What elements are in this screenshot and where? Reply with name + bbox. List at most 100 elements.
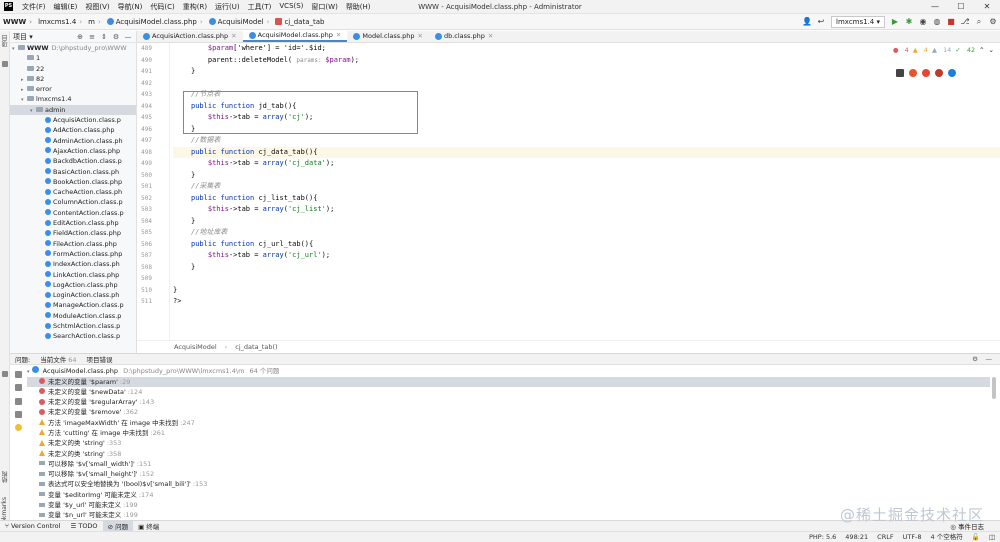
menu-item[interactable]: 文件(F) bbox=[18, 2, 50, 12]
code-line[interactable] bbox=[173, 273, 1000, 285]
typo-count[interactable]: ✓ 42 bbox=[955, 46, 975, 54]
code-area[interactable]: $param['where'] = 'id='.$id; parent::del… bbox=[173, 43, 1000, 340]
tree-item[interactable]: ModuleAction.class.p bbox=[10, 311, 136, 321]
menu-item[interactable]: 视图(V) bbox=[81, 2, 113, 12]
menu-item[interactable]: 导航(N) bbox=[114, 2, 147, 12]
line-number[interactable]: 506 bbox=[137, 239, 152, 251]
menu-item[interactable]: 重构(R) bbox=[179, 2, 211, 12]
opera-icon[interactable] bbox=[935, 69, 943, 77]
tree-item[interactable]: ContentAction.class.p bbox=[10, 208, 136, 218]
line-number-gutter[interactable]: 489 490 491 492 493 494 495 496 497 498 499 500 501 5… bbox=[137, 43, 170, 340]
hide-panel-icon[interactable]: — bbox=[122, 31, 134, 43]
code-line[interactable] bbox=[173, 78, 1000, 90]
code-line[interactable]: } bbox=[173, 66, 1000, 78]
problems-scrollbar[interactable] bbox=[992, 377, 996, 399]
menu-item[interactable]: 代码(C) bbox=[146, 2, 178, 12]
tree-item[interactable]: 22 bbox=[10, 64, 136, 74]
chevron-up-icon[interactable]: ⌃ bbox=[979, 46, 984, 54]
line-number[interactable]: 494 bbox=[137, 101, 152, 113]
crumb-method[interactable]: cj_data_tab bbox=[272, 18, 327, 26]
lightbulb-icon[interactable] bbox=[15, 424, 22, 431]
line-number[interactable]: 495 bbox=[137, 112, 152, 124]
locate-icon[interactable]: ⊕ bbox=[74, 31, 86, 43]
code-line[interactable]: } bbox=[173, 170, 1000, 182]
edge-icon[interactable] bbox=[948, 69, 956, 77]
line-number[interactable]: 496 bbox=[137, 124, 152, 136]
menu-item[interactable]: 编辑(E) bbox=[50, 2, 82, 12]
close-tab-icon[interactable]: ✕ bbox=[336, 31, 341, 39]
line-number[interactable]: 491 bbox=[137, 66, 152, 78]
settings-gear-icon[interactable]: ⚙ bbox=[986, 15, 1000, 29]
tree-item[interactable]: ▸ 82 bbox=[10, 74, 136, 84]
crumb-subfolder[interactable]: m › bbox=[85, 18, 104, 26]
problem-row[interactable]: 未定义的变量 '$regularArray':143 bbox=[27, 397, 990, 407]
layout-icon[interactable] bbox=[15, 384, 22, 391]
inspection-widget[interactable]: ● 4 ▲ 4 ▲ 14 ✓ 42 ⌃ ⌄ bbox=[889, 46, 994, 54]
code-line[interactable]: } bbox=[173, 216, 1000, 228]
debug-icon[interactable]: ✱ bbox=[902, 15, 916, 29]
tab-problems[interactable]: ⊘ 问题 bbox=[102, 521, 134, 531]
run-config-select[interactable]: lmxcms1.4 ▾ bbox=[831, 16, 885, 28]
options-gear-icon[interactable]: ⚙ bbox=[110, 31, 122, 43]
problem-row[interactable]: 未定义的变量 '$param':29 bbox=[27, 376, 990, 387]
close-tab-icon[interactable]: ✕ bbox=[488, 32, 493, 40]
collapse-icon[interactable] bbox=[15, 411, 22, 418]
line-number[interactable]: 502 bbox=[137, 193, 152, 205]
vcs-icon[interactable]: ⎇ bbox=[958, 15, 972, 29]
expand-all-icon[interactable]: ≡ bbox=[86, 31, 98, 43]
tree-item[interactable]: FieldAction.class.php bbox=[10, 228, 136, 238]
stop-icon[interactable]: ■ bbox=[944, 15, 958, 29]
tab-model[interactable]: Model.class.php ✕ bbox=[347, 30, 429, 42]
line-number[interactable]: 504 bbox=[137, 216, 152, 228]
user-icon[interactable]: 👤 bbox=[800, 15, 814, 29]
tree-item[interactable]: BookAction.class.php bbox=[10, 177, 136, 187]
tab-acquisi-model[interactable]: AcquisiModel.class.php ✕ bbox=[242, 30, 348, 42]
indent-setting[interactable]: 4 个空格符 bbox=[931, 532, 963, 542]
problem-row[interactable]: 未定义的变量 '$remove':362 bbox=[27, 407, 990, 417]
menu-item[interactable]: 帮助(H) bbox=[342, 2, 375, 12]
line-number[interactable]: 499 bbox=[137, 158, 152, 170]
tree-item[interactable]: FileAction.class.php bbox=[10, 239, 136, 249]
tree-item[interactable]: ▾ lmxcms1.4 bbox=[10, 94, 136, 104]
menu-item[interactable]: 工具(T) bbox=[244, 2, 276, 12]
close-tab-icon[interactable]: ✕ bbox=[418, 32, 423, 40]
problems-settings-gear-icon[interactable]: ⚙ bbox=[972, 355, 978, 363]
tree-item[interactable]: ▸ error bbox=[10, 84, 136, 94]
code-line[interactable]: ?> bbox=[173, 296, 1000, 308]
crumb-file[interactable]: AcquisiModel.class.php › bbox=[104, 18, 206, 26]
memory-icon[interactable]: ◫ bbox=[989, 532, 995, 542]
line-number[interactable]: 507 bbox=[137, 250, 152, 262]
menu-item[interactable]: 运行(U) bbox=[211, 2, 244, 12]
problem-row[interactable]: 方法 'imageMaxWidth' 在 image 中未找到:247 bbox=[27, 418, 990, 428]
tree-item[interactable]: AjaxAction.class.php bbox=[10, 146, 136, 156]
line-number[interactable]: 492 bbox=[137, 78, 152, 90]
code-editor[interactable]: 489 490 491 492 493 494 495 496 497 498 499 500 501 5… bbox=[137, 43, 1000, 340]
problem-row[interactable]: 未定义的变量 '$newData':124 bbox=[27, 387, 990, 397]
tree-item[interactable]: CacheAction.class.ph bbox=[10, 187, 136, 197]
line-number[interactable]: 498 bbox=[137, 147, 152, 159]
problem-row[interactable]: 未定义的类 'string':353 bbox=[27, 438, 990, 448]
tab-db[interactable]: db.class.php ✕ bbox=[429, 30, 499, 42]
minimize-button[interactable]: — bbox=[922, 0, 948, 14]
lock-icon[interactable]: 🔓 bbox=[972, 532, 980, 542]
crumb-folder[interactable]: lmxcms1.4 › bbox=[35, 18, 85, 26]
tree-item[interactable]: ▾ WWW D:\phpstudy_pro\WWW bbox=[10, 43, 136, 53]
code-line[interactable]: $this->tab = array('cj_url'); bbox=[173, 250, 1000, 262]
tree-item[interactable]: AdAction.class.php bbox=[10, 125, 136, 135]
tab-terminal[interactable]: ▣ 终端 bbox=[133, 521, 164, 531]
line-number[interactable]: 493 bbox=[137, 89, 152, 101]
problem-row[interactable]: 未定义的类 'string':358 bbox=[27, 449, 990, 459]
problems-file-row[interactable]: ▾ AcquisiModel.class.php D:\phpstudy_pro… bbox=[27, 366, 990, 377]
line-number[interactable]: 500 bbox=[137, 170, 152, 182]
line-number[interactable]: 503 bbox=[137, 204, 152, 216]
code-line[interactable]: } bbox=[173, 262, 1000, 274]
tree-item[interactable]: LoginAction.class.ph bbox=[10, 290, 136, 300]
code-line[interactable]: $this->tab = array('cj_data'); bbox=[173, 158, 1000, 170]
eye-icon[interactable] bbox=[15, 371, 22, 378]
menu-item[interactable]: 窗口(W) bbox=[307, 2, 341, 12]
php-version[interactable]: PHP: 5.6 bbox=[809, 532, 836, 542]
line-number[interactable]: 489 bbox=[137, 43, 152, 55]
run-icon[interactable]: ▶ bbox=[888, 15, 902, 29]
chrome-icon[interactable] bbox=[922, 69, 930, 77]
line-number[interactable]: 511 bbox=[137, 296, 152, 308]
